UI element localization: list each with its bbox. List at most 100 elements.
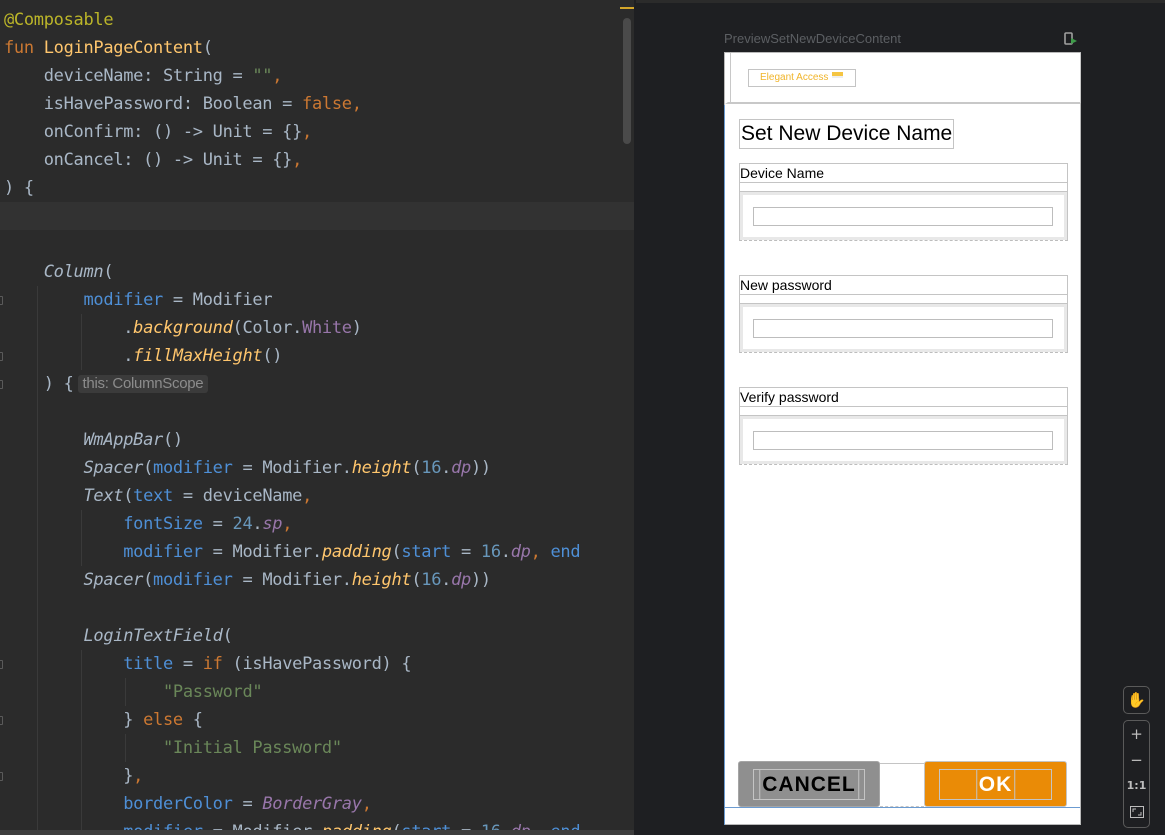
- code-line[interactable]: .fillMaxHeight(): [4, 342, 282, 370]
- code-token: ,: [361, 794, 372, 814]
- code-token: ,: [133, 766, 144, 786]
- code-token: White: [302, 318, 352, 338]
- new-password-input[interactable]: [753, 319, 1053, 338]
- code-token: (: [143, 458, 154, 478]
- zoom-tool-group: + − 1:1: [1123, 720, 1150, 828]
- code-line[interactable]: Spacer(modifier = Modifier.height(16.dp)…: [4, 566, 491, 594]
- code-token: =: [202, 514, 233, 534]
- code-line[interactable]: isHavePassword: Boolean = false,: [4, 90, 362, 118]
- fold-icon[interactable]: [0, 380, 3, 389]
- code-token: deviceName: String =: [4, 66, 253, 86]
- code-line[interactable]: borderColor = BorderGray,: [4, 790, 372, 818]
- fold-icon[interactable]: [0, 352, 3, 361]
- horizontal-scrollbar[interactable]: [0, 830, 634, 835]
- text-field-container: [739, 191, 1068, 241]
- preview-title[interactable]: PreviewSetNewDeviceContent: [724, 31, 901, 46]
- code-token: .: [441, 570, 452, 590]
- code-token: start: [401, 542, 452, 562]
- cancel-label: CANCEL: [759, 769, 859, 800]
- deploy-to-device-icon[interactable]: [1064, 32, 1078, 46]
- verify-password-input[interactable]: [753, 431, 1053, 450]
- code-token: (: [391, 542, 402, 562]
- code-token: =: [232, 794, 263, 814]
- fold-icon[interactable]: [0, 296, 3, 305]
- fit-screen-button[interactable]: [1124, 799, 1149, 825]
- code-line[interactable]: onCancel: () -> Unit = {},: [4, 146, 303, 174]
- code-line[interactable]: .background(Color.White): [4, 314, 362, 342]
- warning-marker[interactable]: [620, 7, 634, 9]
- pan-hand-icon[interactable]: ✋: [1124, 687, 1149, 713]
- field-spacer: [739, 183, 1068, 191]
- app-bar-bounds: Elegant Access: [730, 53, 1081, 103]
- text-field-container: [739, 303, 1068, 353]
- text-field-container: [739, 415, 1068, 465]
- app-bar: Elegant Access: [725, 53, 1081, 104]
- field-spacer: [739, 407, 1068, 415]
- code-line[interactable]: Column(: [4, 258, 114, 286]
- code-token: end: [550, 542, 581, 562]
- ok-button[interactable]: OK: [924, 761, 1067, 807]
- zoom-in-button[interactable]: +: [1124, 721, 1149, 747]
- code-line[interactable]: ) {: [4, 174, 34, 202]
- code-token: sp: [262, 514, 283, 534]
- code-line[interactable]: fontSize = 24.sp,: [4, 510, 292, 538]
- code-token: modifier: [123, 542, 203, 562]
- code-line[interactable]: Text(text = deviceName,: [4, 482, 312, 510]
- code-line[interactable]: ) {this: ColumnScope: [4, 370, 209, 398]
- code-token: else: [143, 710, 183, 730]
- fold-icon[interactable]: [0, 660, 3, 669]
- code-token: "Initial Password": [162, 738, 342, 758]
- code-line[interactable]: WmAppBar(): [4, 426, 183, 454]
- code-token: )): [470, 570, 491, 590]
- code-token: Text: [83, 486, 124, 506]
- code-line[interactable]: },: [4, 762, 143, 790]
- code-token: height: [351, 570, 412, 590]
- code-line[interactable]: fun LoginPageContent(: [4, 34, 213, 62]
- device-name-field: Device Name: [739, 163, 1068, 241]
- cancel-button[interactable]: CANCEL: [738, 761, 880, 807]
- inlay-hint: this: ColumnScope: [77, 375, 209, 393]
- code-token: false: [302, 94, 352, 114]
- code-token: ,: [351, 94, 362, 114]
- code-token: fontSize: [123, 514, 203, 534]
- code-token: =: [451, 542, 481, 562]
- code-line[interactable]: title = if (isHavePassword) {: [4, 650, 411, 678]
- brand-logo: Elegant Access: [748, 69, 856, 87]
- code-line[interactable]: "Password": [4, 678, 263, 706]
- code-line[interactable]: onConfirm: () -> Unit = {},: [4, 118, 313, 146]
- code-token: ,: [282, 514, 293, 534]
- code-token: BorderGray: [262, 794, 362, 814]
- ok-label: OK: [975, 769, 1016, 800]
- pan-tool-group: ✋: [1123, 686, 1150, 714]
- code-token: }: [4, 710, 144, 730]
- code-line[interactable]: "Initial Password": [4, 734, 342, 762]
- code-line[interactable]: @Composable: [4, 6, 114, 34]
- code-token: dp: [451, 570, 471, 590]
- code-token: Spacer: [83, 570, 144, 590]
- code-line[interactable]: modifier = Modifier: [4, 286, 272, 314]
- preview-top-border: [636, 0, 1165, 3]
- device-name-input[interactable]: [753, 207, 1053, 226]
- fold-icon[interactable]: [0, 772, 3, 781]
- code-token: .: [4, 318, 134, 338]
- code-token: ,: [530, 542, 551, 562]
- code-line[interactable]: } else {: [4, 706, 203, 734]
- code-editor[interactable]: @Composable fun LoginPageContent( deviceN…: [0, 0, 634, 835]
- fold-icon[interactable]: [0, 716, 3, 725]
- code-token: = Modifier.: [232, 570, 352, 590]
- code-line[interactable]: modifier = Modifier.padding(start = 16.d…: [4, 538, 580, 566]
- code-line[interactable]: Spacer(modifier = Modifier.height(16.dp)…: [4, 454, 491, 482]
- code-token: ) {: [4, 178, 34, 198]
- vertical-scrollbar[interactable]: [623, 18, 631, 144]
- zoom-out-button[interactable]: −: [1124, 747, 1149, 773]
- code-line[interactable]: LoginTextField(: [4, 622, 232, 650]
- actual-size-button[interactable]: 1:1: [1124, 773, 1149, 799]
- code-line[interactable]: deviceName: String = "",: [4, 62, 283, 90]
- code-token: modifier: [153, 458, 233, 478]
- code-token: (: [411, 570, 422, 590]
